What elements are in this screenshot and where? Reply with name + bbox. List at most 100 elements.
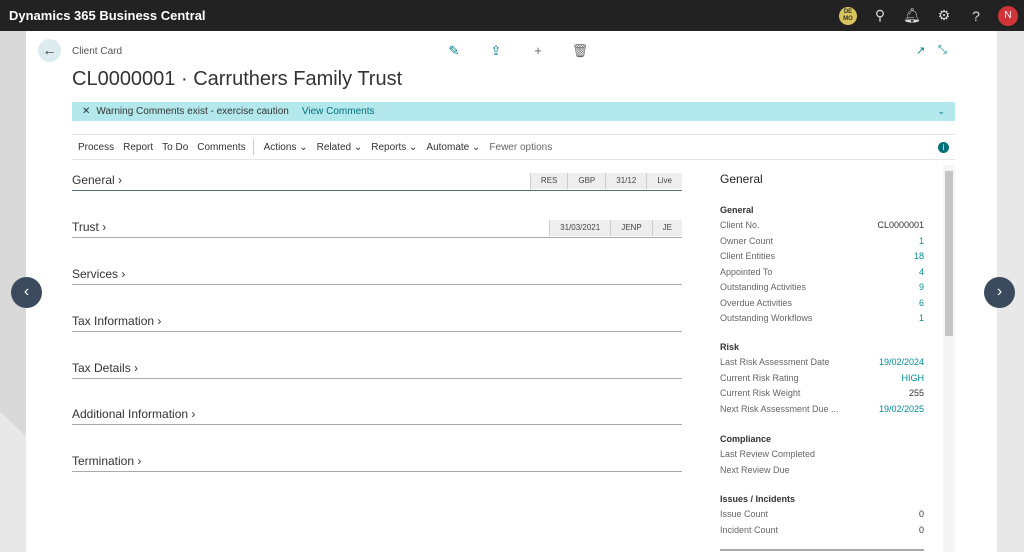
field-label: Last Risk Assessment Date: [720, 357, 830, 367]
search-icon[interactable]: ⚲: [864, 7, 896, 24]
chevron-down-icon[interactable]: ⌄: [937, 106, 945, 117]
factbox-row: Appointed To 4: [720, 267, 924, 283]
info-icon[interactable]: i: [938, 141, 949, 153]
group-title: General: [720, 205, 754, 215]
collapse-icon[interactable]: ⤡: [938, 44, 947, 57]
field-value[interactable]: HIGH: [902, 373, 925, 389]
delete-icon[interactable]: 🗑︎: [569, 43, 591, 59]
field-label: Incident Count: [720, 524, 779, 535]
avatar[interactable]: N: [998, 5, 1018, 26]
group-title: Compliance: [720, 434, 772, 444]
app-title[interactable]: Dynamics 365 Business Central: [9, 8, 206, 23]
action-bar: Process Report To Do Comments Actions ⌄ …: [72, 134, 955, 160]
factbox-row: Last Review Completed: [720, 449, 924, 465]
previous-record-button[interactable]: ‹: [11, 277, 42, 308]
factbox-row: Issue Count 0: [720, 509, 924, 525]
section-title: Termination: [72, 454, 135, 468]
field-value: CL0000001: [877, 220, 924, 230]
section-tax-details[interactable]: Tax Details ›: [72, 356, 682, 379]
field-label: Current Risk Rating: [720, 372, 799, 383]
field-label: Client No.: [720, 220, 760, 230]
factbox-group: Risk Last Risk Assessment Date 19/02/2024 C…: [720, 342, 924, 419]
open-new-window-icon[interactable]: ↗: [916, 44, 925, 57]
section-title: Trust: [72, 220, 99, 234]
factbox-group: Issues / Incidents Issue Count 0 Incident C…: [720, 494, 924, 540]
section-title: Tax Information: [72, 314, 155, 328]
factbox-scrollbar[interactable]: [943, 165, 955, 552]
factbox-group: General Client No. CL0000001 Owner Count 1 Cl…: [720, 205, 924, 329]
edit-icon[interactable]: ✎: [443, 43, 465, 59]
factbox-row: Owner Count 1: [720, 236, 924, 252]
divider: [252, 139, 254, 155]
add-icon[interactable]: +: [527, 43, 549, 59]
help-icon[interactable]: ?: [960, 8, 992, 24]
warning-banner: ✕ Warning Comments exist - exercise caut…: [72, 102, 955, 121]
field-label: Outstanding Workflows: [720, 313, 813, 323]
menu-related[interactable]: Related ⌄: [317, 142, 363, 153]
factbox-row: Current Risk Weight 255: [720, 388, 924, 404]
factbox-row: Outstanding Activities 9: [720, 282, 924, 298]
tag: RES: [529, 173, 568, 189]
section-general[interactable]: General › RES GBP 31/12 Live: [72, 168, 682, 191]
close-icon[interactable]: ✕: [82, 106, 90, 117]
company-badge[interactable]: DE MO: [839, 6, 857, 25]
menu-reports[interactable]: Reports ⌄: [371, 142, 417, 153]
field-value[interactable]: 19/02/2025: [879, 404, 924, 420]
share-icon[interactable]: ⇪: [485, 43, 507, 59]
section-services[interactable]: Services ›: [72, 262, 682, 285]
factbox-group: Compliance Last Review Completed Next Revi…: [720, 434, 924, 480]
field-value[interactable]: 1: [919, 236, 924, 252]
scrollbar-thumb[interactable]: [945, 171, 953, 336]
field-label: Appointed To: [720, 266, 773, 277]
gear-icon[interactable]: ⚙: [928, 7, 960, 24]
factbox-row: Next Review Due: [720, 465, 924, 481]
field-label: Next Review Due: [720, 464, 790, 475]
field-value: 0: [918, 524, 924, 535]
page-title: CL0000001 · Carruthers Family Trust: [72, 68, 403, 90]
field-label: Last Review Completed: [720, 449, 816, 459]
factbox-row: Next Risk Assessment Due ... 19/02/2025: [720, 404, 924, 420]
section-additional-information[interactable]: Additional Information ›: [72, 402, 682, 425]
field-value[interactable]: 19/02/2024: [879, 357, 924, 373]
fewer-options-button[interactable]: Fewer options: [489, 142, 552, 153]
field-label: Issue Count: [720, 509, 769, 519]
menu-automate[interactable]: Automate ⌄: [426, 142, 480, 153]
field-value[interactable]: 18: [914, 251, 924, 267]
menu-process[interactable]: Process: [78, 142, 114, 153]
field-label: Owner Count: [720, 235, 774, 246]
field-value[interactable]: 4: [919, 267, 924, 283]
field-value: 0: [918, 509, 924, 519]
section-title: Tax Details: [72, 361, 131, 375]
menu-report[interactable]: Report: [123, 142, 153, 153]
tag: 31/12: [605, 173, 647, 189]
menu-actions[interactable]: Actions ⌄: [264, 142, 308, 153]
factbox-title: General: [720, 172, 763, 186]
menu-todo[interactable]: To Do: [162, 142, 188, 153]
field-label: Overdue Activities: [720, 297, 793, 308]
tag: JE: [651, 220, 682, 236]
section-title: Additional Information: [72, 407, 189, 421]
tag: Live: [646, 173, 682, 189]
section-title: Services: [72, 267, 119, 281]
field-label: Client Entities: [720, 251, 776, 261]
field-value[interactable]: 1: [919, 313, 924, 329]
view-comments-link[interactable]: View Comments: [302, 106, 375, 117]
group-title: Issues / Incidents: [720, 494, 796, 504]
divider: [720, 549, 924, 551]
background-panel: [0, 31, 26, 436]
factbox-row: Incident Count 0: [720, 525, 924, 541]
factbox-row: Client Entities 18: [720, 251, 924, 267]
section-trust[interactable]: Trust › 31/03/2021 JENP JE: [72, 215, 682, 238]
section-title: General: [72, 173, 115, 187]
section-tax-information[interactable]: Tax Information ›: [72, 309, 682, 332]
back-button[interactable]: ←: [38, 39, 61, 62]
next-record-button[interactable]: ›: [984, 277, 1015, 308]
field-value[interactable]: 6: [919, 298, 924, 314]
warning-text: Warning Comments exist - exercise cautio…: [96, 106, 289, 117]
bell-icon[interactable]: 🔔︎: [896, 7, 928, 24]
tag: 31/03/2021: [549, 220, 611, 236]
menu-comments[interactable]: Comments: [197, 142, 245, 153]
field-label: Outstanding Activities: [720, 282, 807, 292]
section-termination[interactable]: Termination ›: [72, 449, 682, 472]
field-value[interactable]: 9: [919, 282, 924, 298]
